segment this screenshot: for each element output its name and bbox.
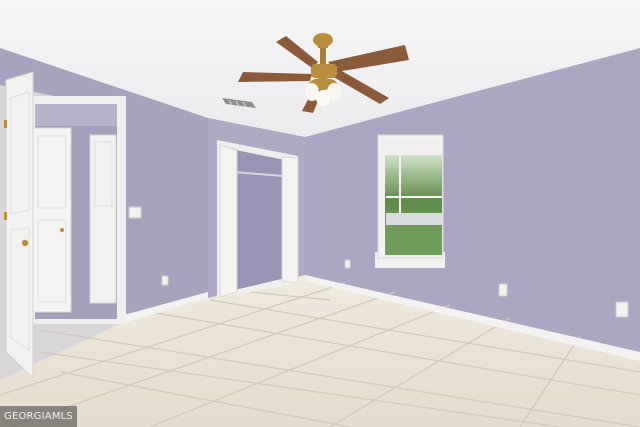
window[interactable] <box>375 134 445 268</box>
outlet-icon <box>344 259 351 269</box>
room-photo <box>0 0 640 427</box>
outlet-icon <box>161 275 169 286</box>
watermark-text: GEORGIAMLS <box>0 406 77 427</box>
door-knob-icon[interactable] <box>21 239 29 247</box>
closet[interactable] <box>217 140 299 298</box>
closet-door-right[interactable] <box>281 156 299 284</box>
light-switch-icon[interactable] <box>128 206 142 219</box>
closet-door-left[interactable] <box>219 144 238 298</box>
outlet-icon <box>615 301 629 318</box>
outlet-icon <box>498 283 508 297</box>
